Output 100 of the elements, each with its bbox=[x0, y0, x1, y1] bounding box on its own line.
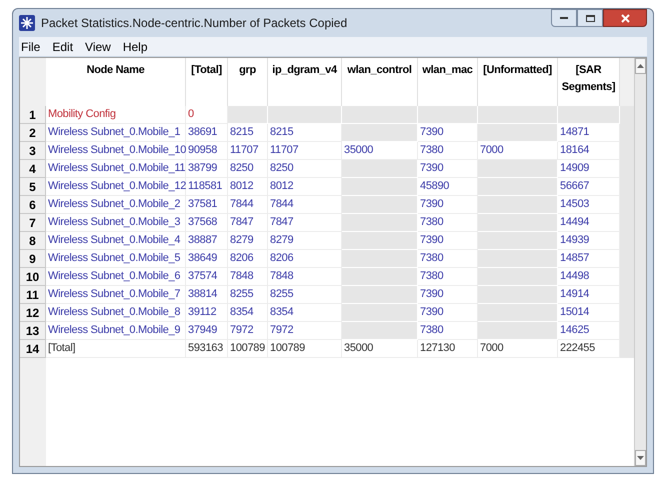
table-cell: 8255 bbox=[268, 286, 342, 304]
table-cell: 7000 bbox=[478, 142, 558, 160]
menu-item[interactable]: View bbox=[85, 38, 111, 56]
row-number: 7 bbox=[20, 214, 46, 232]
table-cell: 15014 bbox=[558, 304, 620, 322]
row-number: 3 bbox=[20, 142, 46, 160]
row-number: 14 bbox=[20, 340, 46, 358]
table-cell: Wireless Subnet_0.Mobile_1 bbox=[46, 124, 186, 142]
table-cell: Wireless Subnet_0.Mobile_5 bbox=[46, 250, 186, 268]
menu-item[interactable]: Help bbox=[122, 38, 148, 56]
table-cell: Wireless Subnet_0.Mobile_4 bbox=[46, 232, 186, 250]
app-icon bbox=[19, 15, 35, 31]
table-cell: 7390 bbox=[418, 286, 478, 304]
column-header[interactable]: grp bbox=[228, 58, 268, 106]
table-cell: 11707 bbox=[228, 142, 268, 160]
table-cell: 14857 bbox=[558, 250, 620, 268]
table-cell: 8354 bbox=[228, 304, 268, 322]
table-cell: 8354 bbox=[268, 304, 342, 322]
table-cell: 7848 bbox=[228, 268, 268, 286]
column-header[interactable]: [Unformatted] bbox=[478, 58, 558, 106]
table-cell: 14494 bbox=[558, 214, 620, 232]
table-cell: 7848 bbox=[268, 268, 342, 286]
table-cell: 8012 bbox=[228, 178, 268, 196]
table-cell: 7380 bbox=[418, 142, 478, 160]
column-header[interactable]: [SAR Segments] bbox=[558, 58, 620, 106]
table-cell: 127130 bbox=[418, 340, 478, 358]
table-cell: Wireless Subnet_0.Mobile_12 bbox=[46, 178, 186, 196]
table-cell: 45890 bbox=[418, 178, 478, 196]
table-cell: 14909 bbox=[558, 160, 620, 178]
table-cell: 14871 bbox=[558, 124, 620, 142]
table-cell: 7380 bbox=[418, 214, 478, 232]
table-cell: 7390 bbox=[418, 160, 478, 178]
table-cell: 7972 bbox=[268, 322, 342, 340]
table-cell: 0 bbox=[186, 106, 228, 124]
table-cell: 14625 bbox=[558, 322, 620, 340]
table-cell: 118581 bbox=[186, 178, 228, 196]
minimize-button[interactable] bbox=[551, 9, 577, 27]
table-cell: 100789 bbox=[228, 340, 268, 358]
table-cell: 7390 bbox=[418, 304, 478, 322]
row-number: 4 bbox=[20, 160, 46, 178]
table-cell: 56667 bbox=[558, 178, 620, 196]
table-cell: 7847 bbox=[268, 214, 342, 232]
table-cell: 14503 bbox=[558, 196, 620, 214]
row-number: 8 bbox=[20, 232, 46, 250]
maximize-button[interactable] bbox=[577, 9, 603, 27]
table-cell: 7380 bbox=[418, 268, 478, 286]
menu-item[interactable]: File bbox=[21, 38, 40, 56]
table-cell: 7844 bbox=[268, 196, 342, 214]
scroll-up-icon[interactable] bbox=[635, 58, 646, 74]
table-cell: 35000 bbox=[342, 340, 418, 358]
column-header[interactable]: wlan_control bbox=[342, 58, 418, 106]
row-number: 9 bbox=[20, 250, 46, 268]
table-cell: 7390 bbox=[418, 232, 478, 250]
table-cell: Wireless Subnet_0.Mobile_2 bbox=[46, 196, 186, 214]
table-cell: 7380 bbox=[418, 250, 478, 268]
column-header[interactable]: wlan_mac bbox=[418, 58, 478, 106]
column-header[interactable]: Node Name bbox=[46, 58, 186, 106]
table-cell: 8279 bbox=[268, 232, 342, 250]
row-number: 11 bbox=[20, 286, 46, 304]
table-cell: 593163 bbox=[186, 340, 228, 358]
table-cell: 8215 bbox=[268, 124, 342, 142]
table-cell: 7847 bbox=[228, 214, 268, 232]
column-header[interactable]: ip_dgram_v4 bbox=[268, 58, 342, 106]
table-cell: 7390 bbox=[418, 196, 478, 214]
row-number: 12 bbox=[20, 304, 46, 322]
scroll-down-icon[interactable] bbox=[635, 450, 646, 466]
table-cell: 90958 bbox=[186, 142, 228, 160]
table-cell: 14498 bbox=[558, 268, 620, 286]
table-cell: 100789 bbox=[268, 340, 342, 358]
table-cell: 7390 bbox=[418, 124, 478, 142]
table-cell: Mobility Config bbox=[46, 106, 186, 124]
table-cell: 14914 bbox=[558, 286, 620, 304]
table-cell: 18164 bbox=[558, 142, 620, 160]
row-number: 2 bbox=[20, 124, 46, 142]
table-cell: Wireless Subnet_0.Mobile_10 bbox=[46, 142, 186, 160]
scrollbar[interactable] bbox=[634, 58, 646, 466]
close-button[interactable] bbox=[603, 9, 647, 27]
column-header[interactable]: [Total] bbox=[186, 58, 228, 106]
table-cell: 39112 bbox=[186, 304, 228, 322]
table-cell: 38691 bbox=[186, 124, 228, 142]
table-cell: 38814 bbox=[186, 286, 228, 304]
row-number: 1 bbox=[20, 106, 46, 124]
table-cell: Wireless Subnet_0.Mobile_7 bbox=[46, 286, 186, 304]
table-cell: 38799 bbox=[186, 160, 228, 178]
table-cell: 14939 bbox=[558, 232, 620, 250]
table-cell: 222455 bbox=[558, 340, 620, 358]
table-cell: 8012 bbox=[268, 178, 342, 196]
row-number: 5 bbox=[20, 178, 46, 196]
table-cell: 7380 bbox=[418, 322, 478, 340]
table-cell: 8255 bbox=[228, 286, 268, 304]
table-cell: Wireless Subnet_0.Mobile_8 bbox=[46, 304, 186, 322]
menu-item[interactable]: Edit bbox=[52, 38, 74, 56]
table-cell: 8279 bbox=[228, 232, 268, 250]
table-cell: 37949 bbox=[186, 322, 228, 340]
row-number: 6 bbox=[20, 196, 46, 214]
table-cell: 37581 bbox=[186, 196, 228, 214]
table-cell: 11707 bbox=[268, 142, 342, 160]
table-cell: 35000 bbox=[342, 142, 418, 160]
table-cell: 7972 bbox=[228, 322, 268, 340]
table-cell: 7000 bbox=[478, 340, 558, 358]
